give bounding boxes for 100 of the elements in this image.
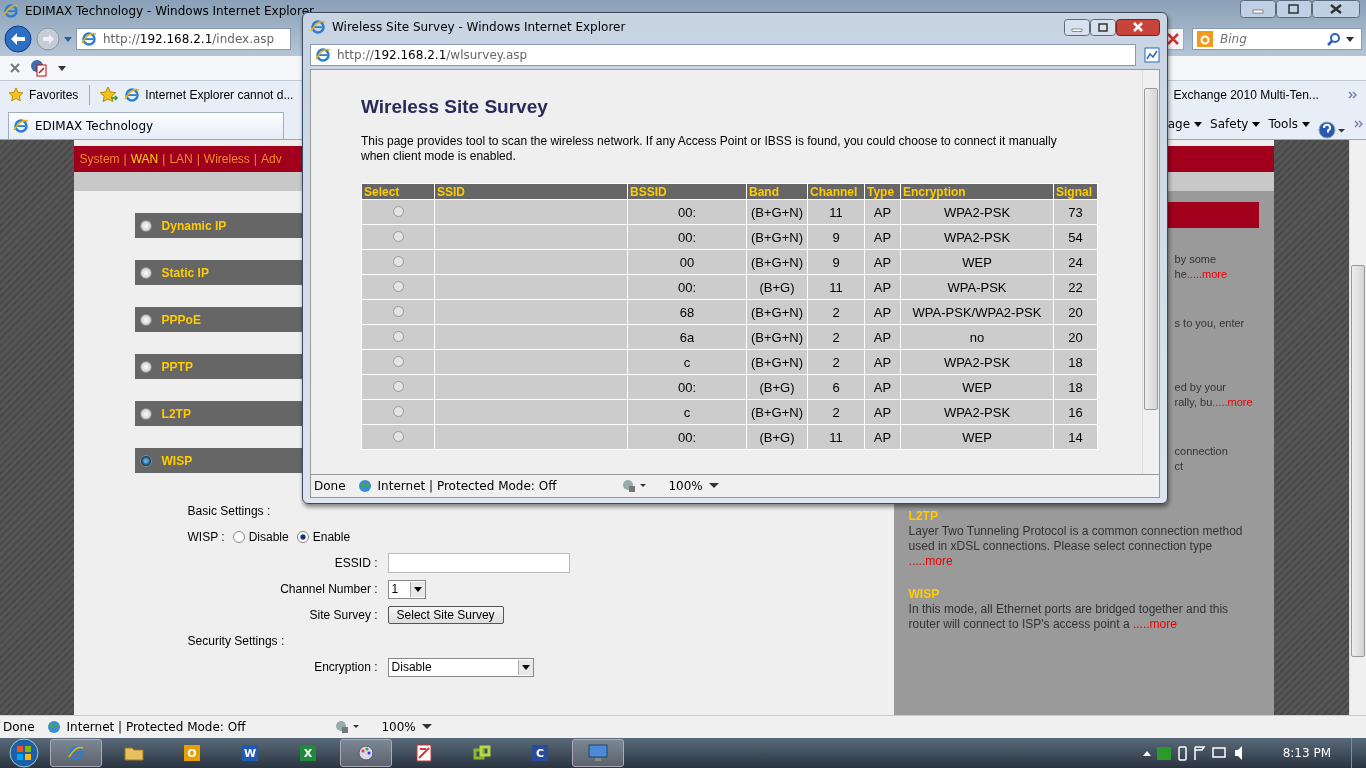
column-header: Select (362, 184, 434, 199)
dropdown-arrow-icon[interactable] (708, 483, 719, 489)
taskbar-button[interactable]: W (224, 739, 276, 767)
table-cell: AP (865, 275, 900, 299)
help-text: rally, bu.....more (1174, 395, 1254, 410)
dropdown-arrow-icon[interactable] (1346, 36, 1354, 42)
minimize-icon[interactable] (1064, 18, 1090, 36)
address-bar[interactable]: http://192.168.2.1/wlsurvey.asp (310, 44, 1136, 66)
site-survey-button[interactable]: Select Site Survey (387, 606, 504, 624)
table-cell: 22 (1054, 275, 1097, 299)
radio-button[interactable] (392, 255, 404, 267)
maximize-icon[interactable] (1090, 18, 1116, 36)
taskbar-button[interactable]: C (514, 739, 566, 767)
dropdown-arrow-icon[interactable] (58, 65, 66, 71)
table-cell: 18 (1054, 350, 1097, 374)
command-menu[interactable]: Safety (1210, 117, 1261, 131)
star-icon (8, 87, 24, 103)
pdf-icon[interactable] (30, 59, 48, 77)
radio-button[interactable] (139, 313, 152, 326)
nav-link[interactable]: WAN (130, 152, 159, 166)
table-cell: AP (865, 375, 900, 399)
scrollbar[interactable] (1142, 70, 1159, 474)
dropdown-arrow-icon[interactable] (1302, 121, 1310, 127)
page-menu[interactable]: age (1167, 117, 1203, 131)
zoom-level[interactable]: 100% (381, 720, 416, 734)
minimize-icon[interactable] (1240, 0, 1276, 18)
back-icon[interactable] (4, 25, 32, 53)
table-cell: (B+G) (747, 375, 807, 399)
search-icon[interactable] (1327, 32, 1341, 46)
scrollbar[interactable] (1349, 140, 1366, 715)
table-cell: (B+G+N) (747, 325, 807, 349)
dropdown-arrow-icon[interactable] (1194, 121, 1203, 127)
clock[interactable]: 8:13 PM (1282, 746, 1331, 760)
option-label: Disable (248, 530, 289, 544)
address-bar[interactable]: http://192.168.2.1/index.asp (76, 28, 291, 50)
table-cell: 9 (808, 250, 864, 274)
table-cell: WEP (901, 250, 1053, 274)
dropdown-arrow-icon[interactable] (413, 586, 422, 592)
taskbar-button[interactable]: X (282, 739, 334, 767)
table-cell: (B+G+N) (747, 250, 807, 274)
chain-icon (473, 744, 491, 762)
security-zone: Internet | Protected Mode: Off (66, 720, 246, 734)
table-cell: 00: (628, 200, 746, 224)
dropdown-arrow-icon[interactable] (421, 724, 432, 730)
radio-button[interactable] (392, 205, 404, 217)
add-favorite-icon[interactable] (99, 86, 120, 104)
dropdown[interactable]: 1 (387, 579, 426, 599)
help-text: ed by your (1174, 380, 1227, 395)
radio-button[interactable] (392, 430, 404, 442)
radio-button[interactable] (232, 531, 245, 543)
radio-button[interactable] (392, 280, 404, 292)
column-header: Type (865, 184, 900, 199)
favorites-link[interactable]: Exchange 2010 Multi-Ten... (1173, 88, 1319, 102)
search-field[interactable]: Bing (1192, 28, 1362, 50)
table-cell: AP (865, 225, 900, 249)
table-cell: 6 (808, 375, 864, 399)
compatibility-icon[interactable] (1144, 47, 1160, 63)
favorites-link[interactable]: Internet Explorer cannot d... (145, 88, 294, 102)
radio-button[interactable] (392, 355, 404, 367)
app-icon: C (532, 745, 548, 761)
dropdown[interactable]: Disable (387, 657, 534, 677)
help-icon[interactable] (1318, 121, 1346, 139)
table-cell: WPA2-PSK (901, 225, 1053, 249)
radio-button[interactable] (392, 305, 404, 317)
radio-button[interactable] (296, 531, 309, 543)
browser-tab[interactable]: EDIMAX Technology (8, 112, 284, 139)
radio-button[interactable] (139, 407, 152, 420)
table-cell: 68 (628, 300, 746, 324)
table-cell: 00 (628, 250, 746, 274)
help-text: connection (1174, 444, 1229, 459)
radio-button[interactable] (139, 360, 152, 373)
table-cell: 11 (808, 275, 864, 299)
chevron-icon[interactable] (1354, 120, 1364, 128)
table-cell: WPA-PSK/WPA2-PSK (901, 300, 1053, 324)
radio-button[interactable] (392, 330, 404, 342)
chevron-icon[interactable] (1348, 91, 1358, 99)
input-field[interactable] (387, 553, 570, 573)
radio-button[interactable] (392, 405, 404, 417)
radio-button[interactable] (139, 219, 152, 232)
radio-button[interactable] (139, 266, 152, 279)
zoom-level[interactable]: 100% (668, 479, 703, 493)
radio-button[interactable] (139, 454, 152, 467)
table-cell: 18 (1054, 375, 1097, 399)
close-icon[interactable] (1312, 0, 1360, 18)
section-heading: Basic Settings : (187, 503, 272, 520)
table-cell: (B+G+N) (747, 350, 807, 374)
help-text: ct (1174, 459, 1185, 474)
command-menu[interactable]: Tools (1268, 117, 1310, 131)
monitor-icon (588, 744, 608, 762)
ie-icon (3, 3, 19, 19)
table-cell: 24 (1054, 250, 1097, 274)
favorites-link[interactable]: Favorites (29, 88, 79, 102)
dropdown-arrow-icon[interactable] (1252, 121, 1261, 127)
dropdown-arrow-icon[interactable] (521, 664, 530, 670)
radio-button[interactable] (392, 380, 404, 392)
maximize-icon[interactable] (1276, 0, 1312, 18)
folder-icon (124, 745, 144, 761)
column-header: BSSID (628, 184, 746, 199)
radio-button[interactable] (392, 230, 404, 242)
close-icon[interactable] (1116, 18, 1160, 36)
